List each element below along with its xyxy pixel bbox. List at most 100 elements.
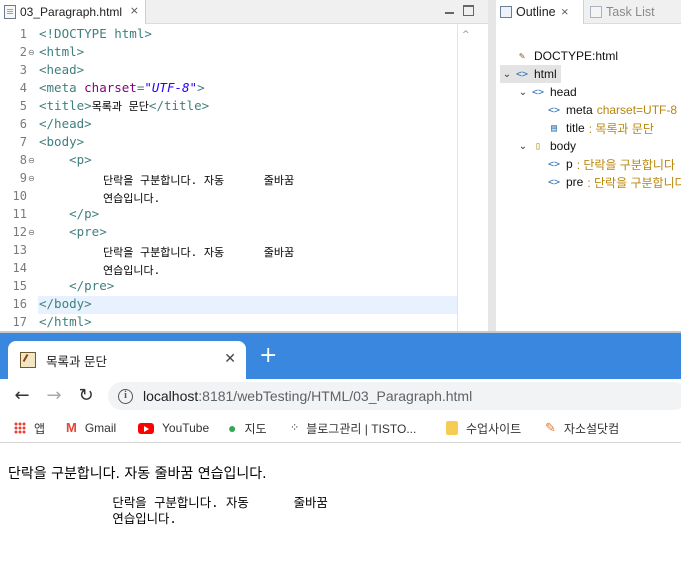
bookmark-pencil[interactable]: ✎ 자소설닷컴: [545, 419, 619, 437]
gmail-icon: M: [66, 420, 77, 435]
browser-toolbar: ← → ↻ i localhost:8181/webTesting/HTML/0…: [0, 379, 681, 413]
code-line: <!DOCTYPE html>: [39, 26, 152, 41]
line-number: 17: [12, 315, 27, 329]
editor-tab-label: 03_Paragraph.html: [20, 5, 123, 19]
editor-tabbar: 03_Paragraph.html ⨯: [0, 0, 488, 24]
current-line-highlight: [38, 296, 457, 314]
tree-node-label: meta: [566, 103, 593, 117]
youtube-icon: [138, 422, 154, 434]
outline-tabbar: Outline ⨯ Task List: [496, 0, 681, 24]
body-element-icon: ▯: [534, 140, 542, 152]
reload-icon[interactable]: ↻: [74, 384, 98, 408]
fold-toggle-icon[interactable]: ⊖: [28, 157, 35, 165]
code-line: 연습입니다.: [103, 264, 161, 277]
bookmarks-bar: 앱 M Gmail YouTube ● 지도 ⁘ 블로그관리 | TISTO..…: [0, 413, 681, 443]
page-paragraph: 단락을 구분합니다. 자동 줄바꿈 연습입니다.: [8, 466, 267, 482]
back-arrow-icon[interactable]: ←: [10, 384, 34, 408]
tree-node-title[interactable]: ▤ title : 목록과 문단: [532, 119, 654, 137]
info-icon[interactable]: i: [118, 388, 133, 404]
bookmark-tistory[interactable]: ⁘ 블로그관리 | TISTO...: [290, 419, 416, 437]
code-token: "UTF-8": [144, 80, 198, 95]
element-icon: <>: [531, 86, 545, 98]
title-element-icon: ▤: [550, 122, 558, 134]
bookmark-label: 자소설닷컴: [563, 421, 620, 436]
bookmark-label: Gmail: [84, 421, 117, 435]
folder-icon: [446, 421, 458, 435]
line-number: 10: [12, 189, 27, 203]
code-line: </p>: [39, 206, 100, 221]
tree-node-label: p: [566, 157, 573, 171]
maximize-icon[interactable]: [463, 5, 474, 16]
tistory-icon: ⁘: [290, 422, 299, 434]
screen: { "editor": { "tab_label": "03_Paragraph…: [0, 0, 681, 574]
browser-tab[interactable]: 목록과 문단 ✕: [8, 341, 246, 379]
view-divider[interactable]: [488, 0, 496, 333]
chevron-down-icon[interactable]: ⌄: [500, 69, 514, 80]
chevron-down-icon[interactable]: ⌄: [516, 141, 530, 152]
code-line: <body>: [39, 134, 85, 149]
bookmark-maps[interactable]: ● 지도: [228, 419, 267, 437]
close-icon[interactable]: ⨯: [561, 7, 569, 18]
pre-line: 단락을 구분합니다. 자동 줄바꿈: [8, 495, 328, 510]
code-line: 단락을 구분합니다. 자동 줄바꿈: [103, 246, 295, 259]
fold-toggle-icon[interactable]: ⊖: [28, 49, 35, 57]
close-icon[interactable]: ⨯: [130, 5, 139, 17]
line-number: 14: [12, 261, 27, 275]
tree-node-meta[interactable]: <> meta charset=UTF-8: [532, 101, 677, 119]
line-number: 15: [12, 279, 27, 293]
doctype-icon: ✎: [518, 50, 526, 62]
forward-arrow-icon[interactable]: →: [42, 384, 66, 408]
address-bar[interactable]: i localhost:8181/webTesting/HTML/03_Para…: [108, 382, 681, 410]
code-token: charset: [84, 80, 137, 95]
bookmark-youtube[interactable]: YouTube: [138, 419, 209, 437]
new-tab-button[interactable]: +: [259, 344, 277, 368]
tree-node-pre[interactable]: <> pre : 단락을 구분합니다: [532, 173, 681, 191]
line-number: 3: [19, 63, 27, 77]
fold-toggle-icon[interactable]: ⊖: [28, 175, 35, 183]
tree-node-p[interactable]: <> p : 단락을 구분합니다: [532, 155, 675, 173]
outline-view: Outline ⨯ Task List ✎ DOCTYPE:html ⌄ <> …: [496, 0, 681, 333]
html-file-icon: [4, 5, 16, 19]
minimize-icon[interactable]: [444, 5, 455, 16]
code-token: >: [197, 80, 205, 95]
element-icon: <>: [515, 68, 529, 80]
tree-node-html[interactable]: ⌄ <> html: [500, 65, 561, 83]
code-line: <p>: [39, 152, 92, 167]
pencil-icon: ✎: [545, 420, 556, 435]
code-line: </body>: [39, 296, 92, 311]
code-line: 단락을 구분합니다. 자동 줄바꿈: [103, 174, 295, 187]
apps-grid-icon: [14, 422, 26, 434]
code-line: 연습입니다.: [103, 192, 161, 205]
tree-node-body[interactable]: ⌄ ▯ body: [516, 137, 576, 155]
bookmark-gmail[interactable]: M Gmail: [66, 419, 116, 437]
line-number: 4: [19, 81, 27, 95]
code-token: <title>: [39, 98, 92, 113]
code-line: </pre>: [39, 278, 115, 293]
tree-node-label: title: [566, 121, 585, 135]
task-list-icon: [590, 6, 602, 18]
chevron-down-icon[interactable]: ⌄: [516, 87, 530, 98]
element-icon: <>: [547, 104, 561, 116]
tree-node-detail: : 단락을 구분합니다: [576, 157, 676, 172]
element-icon: <>: [547, 158, 561, 170]
code-line: </html>: [39, 314, 92, 329]
tree-node-detail: charset=UTF-8: [596, 103, 678, 117]
bookmark-apps[interactable]: 앱: [14, 419, 45, 437]
tab-outline[interactable]: Outline ⨯: [496, 0, 584, 24]
bookmark-label: 블로그관리 | TISTO...: [306, 421, 417, 436]
close-icon[interactable]: ✕: [224, 351, 236, 367]
line-number: 11: [12, 207, 27, 221]
tab-task-list-label: Task List: [606, 5, 655, 19]
line-number: 1: [19, 27, 27, 41]
editor-ruler: [457, 24, 458, 333]
tab-task-list[interactable]: Task List: [590, 0, 655, 24]
tree-node-doctype[interactable]: ✎ DOCTYPE:html: [500, 47, 618, 65]
code-token: <meta: [39, 80, 85, 95]
editor-tab[interactable]: 03_Paragraph.html ⨯: [0, 0, 146, 24]
fold-toggle-icon[interactable]: ⊖: [28, 229, 35, 237]
tree-node-label: DOCTYPE:html: [534, 49, 619, 63]
page-preformatted: 단락을 구분합니다. 자동 줄바꿈 연습입니다.: [8, 495, 328, 527]
tree-node-head[interactable]: ⌄ <> head: [516, 83, 577, 101]
tree-node-detail: : 목록과 문단: [588, 121, 654, 136]
bookmark-folder[interactable]: 수업사이트: [446, 419, 521, 437]
